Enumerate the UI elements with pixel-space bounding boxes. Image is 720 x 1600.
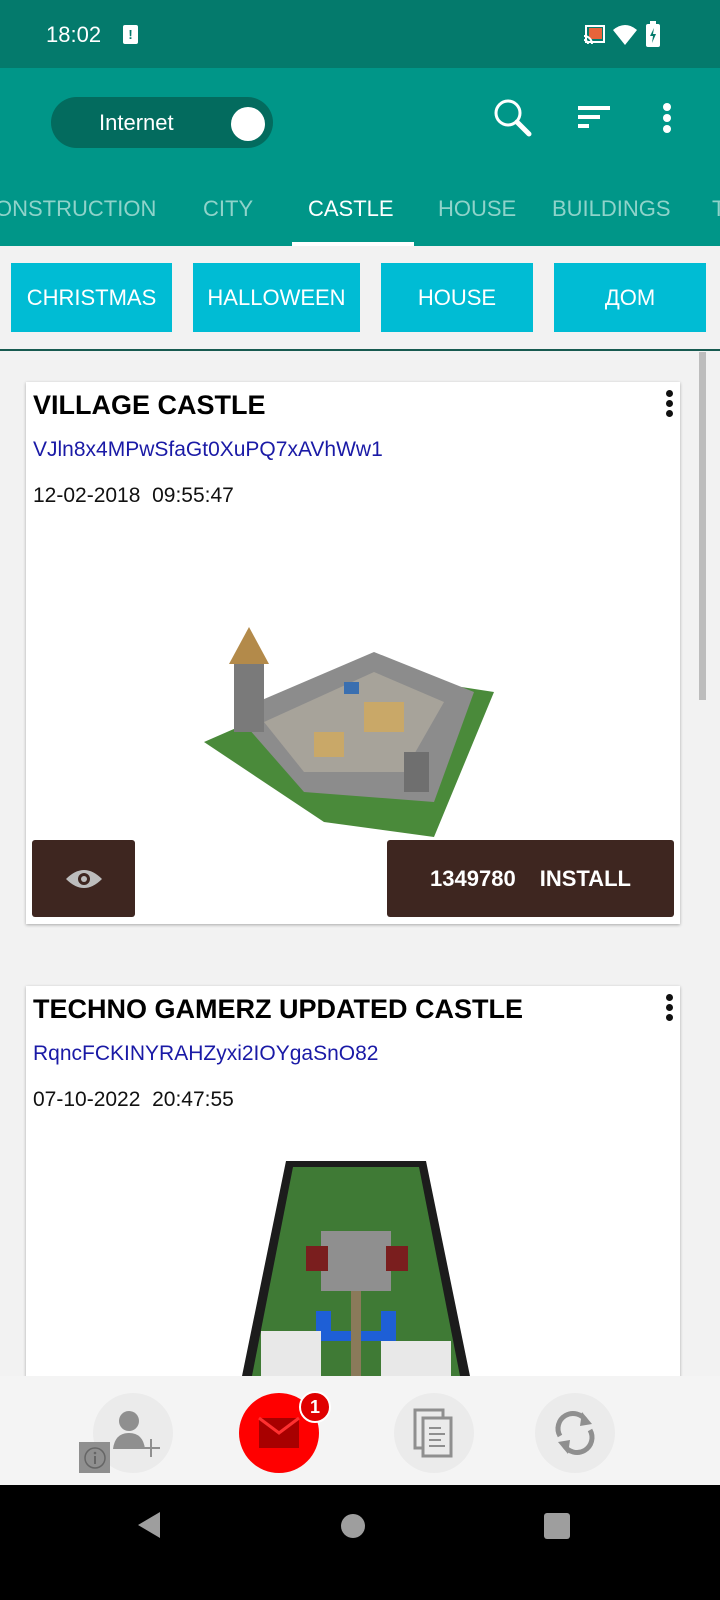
more-vert-icon[interactable] [666, 390, 674, 420]
sim-alert-icon: ! [123, 25, 138, 44]
category-tabs: ONSTRUCTION CITY CASTLE HOUSE BUILDINGS … [0, 188, 720, 246]
tab-next[interactable]: T [712, 196, 720, 222]
toggle-knob [231, 107, 265, 141]
chip-halloween[interactable]: HALLOWEEN [193, 263, 360, 332]
copy-button[interactable] [394, 1393, 474, 1473]
info-button[interactable] [79, 1442, 110, 1473]
tab-buildings[interactable]: BUILDINGS [552, 196, 671, 222]
refresh-icon [555, 1411, 595, 1455]
install-button[interactable]: 1349780 INSTALL [387, 840, 674, 917]
sort-icon[interactable] [578, 104, 612, 132]
copy-icon [413, 1408, 453, 1458]
chip-christmas[interactable]: CHRISTMAS [11, 263, 172, 332]
tab-city[interactable]: CITY [203, 196, 253, 222]
toggle-label: Internet [99, 110, 174, 135]
battery-charging-icon [646, 21, 660, 47]
app-bar: Internet ONSTRUCTION CITY CASTLE HOUSE B… [0, 68, 720, 246]
scrollbar[interactable] [699, 352, 706, 700]
status-bar: 18:02 ! [0, 0, 720, 68]
divider [0, 349, 720, 351]
system-nav-bar [0, 1485, 720, 1600]
eye-icon [65, 869, 102, 888]
clock: 18:02 [46, 22, 102, 47]
wifi-icon [613, 25, 637, 45]
castle-preview-image[interactable] [231, 1161, 481, 1381]
info-icon [83, 1446, 106, 1469]
card-code: VJln8x4MPwSfaGt0XuPQ7xAVhWw1 [33, 438, 383, 461]
tab-castle[interactable]: CASTLE [308, 196, 394, 222]
card-date: 12-02-2018 09:55:47 [33, 484, 234, 507]
mail-badge: 1 [299, 1391, 331, 1423]
mail-icon [258, 1416, 300, 1448]
cast-icon [583, 25, 605, 45]
download-count: 1349780 [430, 865, 516, 891]
chip-house[interactable]: HOUSE [381, 263, 533, 332]
install-label: INSTALL [539, 865, 631, 891]
recents-icon[interactable] [543, 1512, 571, 1540]
internet-toggle[interactable]: Internet [51, 97, 273, 148]
card-code: RqncFCKINYRAHZyxi2IOYgaSnO82 [33, 1042, 379, 1065]
map-card: VILLAGE CASTLE VJln8x4MPwSfaGt0XuPQ7xAVh… [26, 382, 680, 924]
tab-house[interactable]: HOUSE [438, 196, 516, 222]
card-date: 07-10-2022 20:47:55 [33, 1088, 234, 1111]
preview-button[interactable] [32, 840, 135, 917]
tab-construction[interactable]: ONSTRUCTION [0, 196, 156, 222]
search-icon[interactable] [492, 98, 534, 140]
more-vert-icon[interactable] [666, 994, 674, 1024]
home-icon[interactable] [340, 1513, 366, 1539]
card-title: VILLAGE CASTLE [33, 390, 266, 420]
add-user-icon [113, 1411, 160, 1457]
map-card: TECHNO GAMERZ UPDATED CASTLE RqncFCKINYR… [26, 986, 680, 1406]
tab-indicator [292, 242, 414, 246]
card-title: TECHNO GAMERZ UPDATED CASTLE [33, 994, 523, 1024]
castle-preview-image[interactable] [204, 622, 494, 837]
back-icon[interactable] [136, 1510, 162, 1540]
more-vert-icon[interactable] [660, 102, 674, 136]
chip-dom[interactable]: ДОМ [554, 263, 706, 332]
refresh-button[interactable] [535, 1393, 615, 1473]
